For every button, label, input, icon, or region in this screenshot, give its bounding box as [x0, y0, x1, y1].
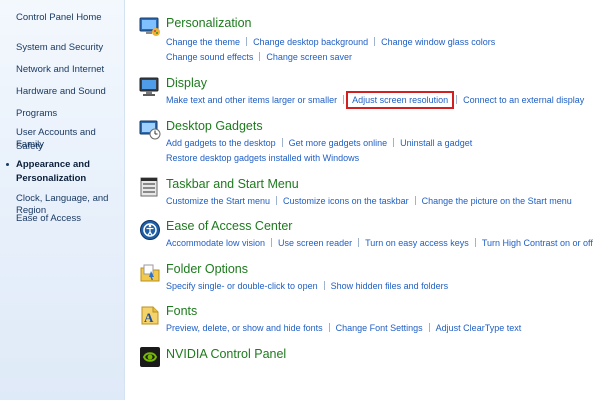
separator: [428, 323, 430, 332]
separator: [414, 196, 416, 205]
separator: [271, 238, 273, 247]
task-row-fonts: Preview, delete, or show and hide fonts C…: [166, 323, 521, 333]
category-title-display[interactable]: Display: [166, 76, 207, 90]
category-title-ease-of-access[interactable]: Ease of Access Center: [166, 219, 292, 233]
separator: [276, 196, 278, 205]
task-get-more-gadgets[interactable]: Get more gadgets online: [289, 138, 388, 148]
task-add-gadgets[interactable]: Add gadgets to the desktop: [166, 138, 276, 148]
sidebar-item-user-accounts-line2[interactable]: Safety: [16, 141, 43, 153]
sidebar-item-appearance-line2[interactable]: Personalization: [16, 173, 86, 185]
nvidia-icon: [140, 347, 160, 367]
separator: [456, 95, 458, 104]
category-title-taskbar[interactable]: Taskbar and Start Menu: [166, 177, 299, 191]
sidebar-item-network-and-internet[interactable]: Network and Internet: [16, 64, 104, 76]
task-preview-fonts[interactable]: Preview, delete, or show and hide fonts: [166, 323, 323, 333]
task-change-theme[interactable]: Change the theme: [166, 37, 240, 47]
separator: [374, 37, 376, 46]
separator: [323, 281, 325, 290]
task-customize-start-menu[interactable]: Customize the Start menu: [166, 196, 270, 206]
separator: [343, 95, 345, 104]
task-restore-gadgets[interactable]: Restore desktop gadgets installed with W…: [166, 153, 359, 163]
separator: [474, 238, 476, 247]
task-uninstall-gadget[interactable]: Uninstall a gadget: [400, 138, 472, 148]
task-customize-taskbar-icons[interactable]: Customize icons on the taskbar: [283, 196, 409, 206]
task-connect-external-display[interactable]: Connect to an external display: [463, 95, 584, 105]
task-use-screen-reader[interactable]: Use screen reader: [278, 238, 352, 248]
sidebar-item-appearance[interactable]: Appearance and: [16, 159, 90, 171]
separator: [281, 138, 283, 147]
sidebar-item-programs[interactable]: Programs: [16, 108, 57, 120]
category-title-nvidia[interactable]: NVIDIA Control Panel: [166, 347, 286, 361]
category-title-personalization[interactable]: Personalization: [166, 16, 251, 30]
task-row-personalization-2: Change sound effects Change screen saver: [166, 52, 352, 62]
task-easy-access-keys[interactable]: Turn on easy access keys: [365, 238, 469, 248]
task-row-ease: Accommodate low vision Use screen reader T…: [166, 238, 593, 248]
ease-of-access-icon: [140, 220, 160, 240]
taskbar-icon: [140, 177, 158, 197]
task-change-screen-saver[interactable]: Change screen saver: [266, 52, 352, 62]
task-change-font-settings[interactable]: Change Font Settings: [336, 323, 423, 333]
sidebar-item-hardware-and-sound[interactable]: Hardware and Sound: [16, 86, 106, 98]
task-row-gadgets-2: Restore desktop gadgets installed with W…: [166, 153, 359, 163]
task-row-display: Make text and other items larger or smal…: [166, 91, 584, 109]
separator: [393, 138, 395, 147]
task-change-start-picture[interactable]: Change the picture on the Start menu: [422, 196, 572, 206]
display-icon: [139, 77, 159, 96]
task-text-size[interactable]: Make text and other items larger or smal…: [166, 95, 337, 105]
category-title-folder-options[interactable]: Folder Options: [166, 262, 248, 276]
sidebar-item-system-and-security[interactable]: System and Security: [16, 42, 103, 54]
task-adjust-cleartype[interactable]: Adjust ClearType text: [436, 323, 522, 333]
sidebar-item-ease-of-access[interactable]: Ease of Access: [16, 213, 81, 225]
separator: [259, 52, 261, 61]
sidebar: Control Panel Home System and Security N…: [0, 0, 125, 400]
task-show-hidden-files[interactable]: Show hidden files and folders: [331, 281, 449, 291]
folder-icon: [140, 264, 160, 282]
task-change-window-glass-colors[interactable]: Change window glass colors: [381, 37, 495, 47]
category-title-desktop-gadgets[interactable]: Desktop Gadgets: [166, 119, 263, 133]
separator: [358, 238, 360, 247]
sidebar-item-control-panel-home[interactable]: Control Panel Home: [16, 12, 102, 24]
svg-text:A: A: [144, 310, 154, 325]
task-high-contrast[interactable]: Turn High Contrast on or off: [482, 238, 593, 248]
task-single-double-click[interactable]: Specify single- or double-click to open: [166, 281, 318, 291]
gadgets-icon: [139, 120, 161, 140]
separator: [246, 37, 248, 46]
task-change-desktop-background[interactable]: Change desktop background: [253, 37, 368, 47]
active-bullet: [6, 163, 9, 166]
task-row-folder: Specify single- or double-click to open S…: [166, 281, 448, 291]
task-accommodate-low-vision[interactable]: Accommodate low vision: [166, 238, 265, 248]
task-adjust-screen-resolution[interactable]: Adjust screen resolution: [346, 91, 455, 109]
task-row-personalization-1: Change the theme Change desktop backgroun…: [166, 37, 495, 47]
category-title-fonts[interactable]: Fonts: [166, 304, 197, 318]
personalization-icon: [139, 17, 160, 36]
task-row-taskbar: Customize the Start menu Customize icons …: [166, 196, 572, 206]
separator: [328, 323, 330, 332]
task-row-gadgets-1: Add gadgets to the desktop Get more gadge…: [166, 138, 472, 148]
fonts-icon: A: [141, 306, 159, 325]
task-change-sound-effects[interactable]: Change sound effects: [166, 52, 253, 62]
